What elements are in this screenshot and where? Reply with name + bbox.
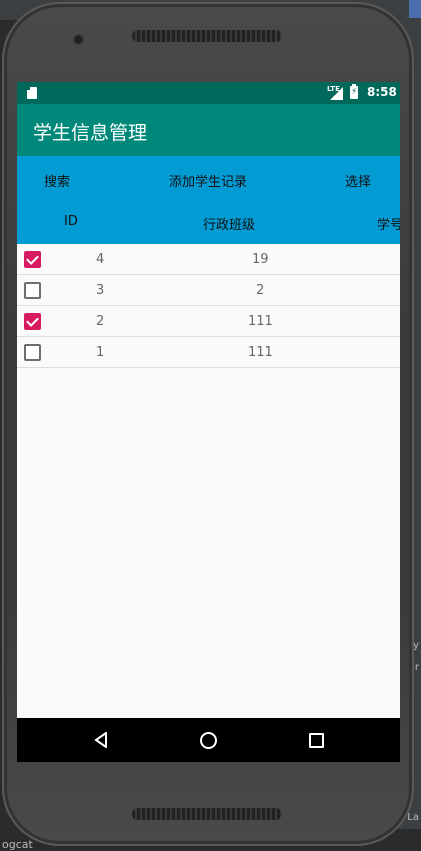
navigation-bar [17, 718, 400, 762]
table-row[interactable]: 2 111 [17, 306, 400, 337]
cell-class: 111 [248, 345, 273, 360]
top-speaker-grille [132, 30, 282, 42]
row-checkbox[interactable] [24, 344, 41, 361]
row-checkbox[interactable] [24, 313, 41, 330]
table-row[interactable]: 4 19 [17, 244, 400, 275]
device-screen: LTE ⚡ 8:58 学生信息管理 搜索 添加学生记录 选择 ID 行政班级 学… [17, 82, 400, 762]
column-header-student-no: 学号 [377, 218, 400, 233]
action-toolbar: 搜索 添加学生记录 选择 ID 行政班级 学号 [17, 156, 400, 244]
cell-class: 19 [252, 252, 269, 267]
status-time: 8:58 [367, 85, 397, 99]
cell-id: 2 [96, 314, 105, 329]
cell-id: 4 [96, 252, 105, 267]
desktop-side-text-3: La [407, 812, 419, 823]
app-bar: 学生信息管理 [17, 104, 400, 156]
select-button[interactable]: 选择 [345, 171, 371, 190]
app-title: 学生信息管理 [33, 122, 148, 144]
column-header-id: ID [64, 214, 78, 229]
home-icon[interactable] [200, 732, 217, 749]
add-student-button[interactable]: 添加学生记录 [169, 171, 247, 190]
recents-icon[interactable] [309, 733, 324, 748]
cell-id: 3 [96, 283, 105, 298]
desktop-blue-marker [409, 0, 421, 18]
search-button[interactable]: 搜索 [44, 171, 70, 190]
cell-id: 1 [96, 345, 105, 360]
bottom-speaker-grille [132, 808, 282, 820]
table-row[interactable]: 3 2 [17, 275, 400, 306]
lte-label: LTE [327, 85, 340, 93]
desktop-side-text-2: r [414, 662, 419, 673]
cell-class: 111 [248, 314, 273, 329]
row-checkbox[interactable] [24, 251, 41, 268]
row-checkbox[interactable] [24, 282, 41, 299]
table-row[interactable]: 1 111 [17, 337, 400, 368]
battery-charging-icon: ⚡ [350, 84, 358, 99]
desktop-bottom-text: ogcat [2, 838, 33, 851]
column-header-class: 行政班级 [203, 218, 256, 233]
status-bar: LTE ⚡ 8:58 [17, 82, 400, 104]
cell-class: 2 [256, 283, 265, 298]
sd-card-icon [27, 87, 37, 99]
back-icon[interactable] [94, 732, 108, 748]
front-camera [74, 35, 83, 44]
